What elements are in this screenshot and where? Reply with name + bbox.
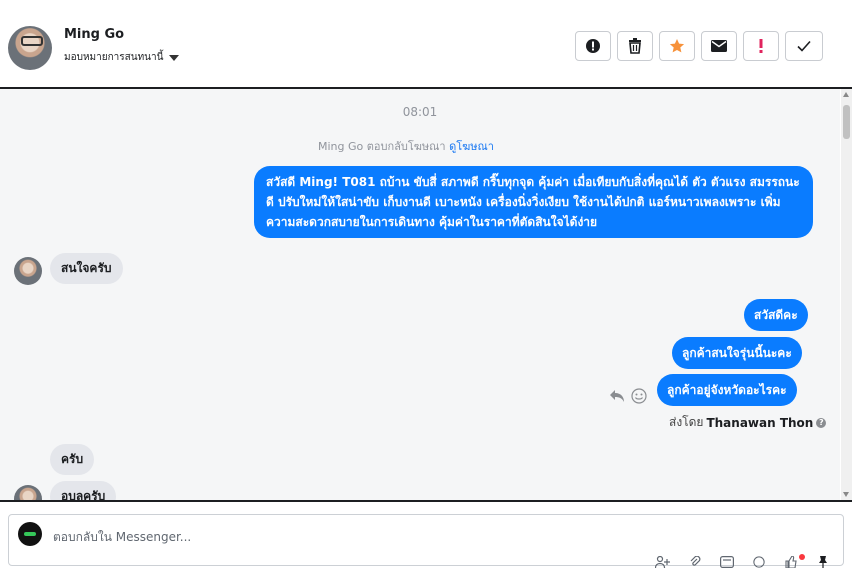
sent-by-label: ส่งโดย Thanawan Thon ? [669, 413, 827, 432]
reply-input[interactable]: ตอบกลับใน Messenger... [53, 528, 191, 547]
message-bubble-outgoing[interactable]: ลูกค้าอยู่จังหวัดอะไรคะ [657, 374, 797, 406]
contact-avatar[interactable] [8, 26, 52, 70]
message-thread[interactable]: 08:01 Ming Go ตอบกลับโฆษณา ดูโฆษณา สวัสด… [0, 89, 840, 500]
contact-avatar-small[interactable] [14, 257, 42, 285]
help-icon[interactable]: ? [816, 417, 827, 428]
react-emoji-icon[interactable] [631, 388, 647, 408]
mark-unread-button[interactable] [701, 31, 737, 61]
reply-icon[interactable] [609, 388, 625, 407]
mail-icon [711, 40, 727, 52]
pin-icon[interactable] [815, 556, 831, 568]
like-icon[interactable] [783, 556, 799, 568]
conversation-actions [575, 31, 823, 61]
saved-reply-icon[interactable] [719, 556, 735, 568]
star-icon [669, 39, 685, 53]
message-bubble-outgoing[interactable]: สวัสดีคะ [744, 299, 808, 331]
thread-scrollbar[interactable] [841, 89, 852, 500]
ad-reply-notice: Ming Go ตอบกลับโฆษณา ดูโฆษณา [318, 137, 494, 155]
check-icon [797, 40, 811, 52]
contact-name[interactable]: Ming Go [64, 27, 124, 42]
star-button[interactable] [659, 31, 695, 61]
contact-avatar-small[interactable] [14, 485, 42, 500]
mark-important-button[interactable] [743, 31, 779, 61]
message-bubble-incoming[interactable]: อบลครับ [50, 481, 117, 500]
view-ad-link[interactable]: ดูโฆษณา [449, 140, 494, 153]
composer-area: ตอบกลับใน Messenger... [0, 500, 852, 568]
add-person-icon[interactable] [655, 556, 671, 568]
scroll-down-arrow-icon[interactable] [843, 492, 849, 497]
scrollbar-thumb[interactable] [843, 105, 850, 139]
trash-icon [629, 38, 641, 54]
assign-conversation-dropdown[interactable]: มอบหมายการสนทนานี้ [64, 50, 180, 65]
caret-down-icon [169, 54, 180, 61]
ad-reply-text: Ming Go ตอบกลับโฆษณา [318, 140, 446, 153]
reply-composer[interactable]: ตอบกลับใน Messenger... [8, 514, 844, 568]
message-bubble-incoming[interactable]: สนใจครับ [50, 253, 123, 284]
message-bubble-incoming[interactable]: ครับ [50, 444, 95, 475]
mark-done-button[interactable] [785, 31, 823, 61]
sent-by-prefix: ส่งโดย [669, 415, 704, 429]
scroll-up-arrow-icon[interactable] [843, 92, 849, 97]
notification-dot [799, 554, 805, 560]
message-timestamp: 08:01 [402, 105, 438, 119]
delete-button[interactable] [617, 31, 653, 61]
emoji-icon[interactable] [751, 556, 767, 568]
attachment-icon[interactable] [687, 556, 703, 568]
important-icon [759, 39, 763, 53]
sent-by-name: Thanawan Thon [706, 415, 814, 430]
message-bubble-outgoing[interactable]: สวัสดี Ming! T081 ถบ้าน ขับสี่ สภาพดี กร… [254, 166, 813, 238]
spam-icon [586, 39, 600, 53]
conversation-header: Ming Go มอบหมายการสนทนานี้ [0, 8, 852, 89]
page-avatar [18, 522, 42, 546]
assign-label: มอบหมายการสนทนานี้ [64, 52, 164, 63]
mark-spam-button[interactable] [575, 31, 611, 61]
message-bubble-outgoing[interactable]: ลูกค้าสนใจรุ่นนี้นะคะ [672, 337, 802, 369]
